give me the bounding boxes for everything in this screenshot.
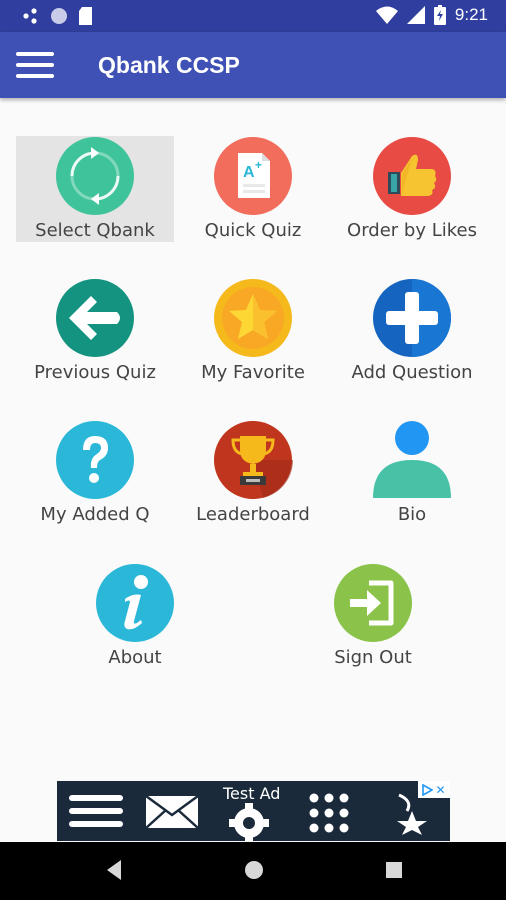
- back-arrow-icon: [56, 279, 134, 357]
- menu-label: About: [108, 647, 162, 668]
- wifi-icon: [375, 6, 398, 24]
- clock: 9:21: [454, 5, 488, 24]
- menu-label: Quick Quiz: [204, 220, 302, 241]
- menu-item-my-favorite[interactable]: My Favorite: [174, 278, 332, 384]
- menu-item-sign-out[interactable]: Sign Out: [294, 563, 452, 669]
- battery-icon: [433, 5, 446, 25]
- menu-label: Bio: [397, 504, 427, 525]
- menu-item-previous-quiz[interactable]: Previous Quiz: [16, 278, 174, 384]
- status-bar-right: 9:21: [375, 5, 488, 25]
- menu-label: Select Qbank: [35, 220, 155, 241]
- menu-label: Order by Likes: [347, 220, 477, 241]
- ad-label: Test Ad: [223, 784, 281, 803]
- navigation-bar: [0, 842, 506, 900]
- menu-item-select-qbank[interactable]: Select Qbank: [16, 136, 174, 242]
- gear-icon: [229, 803, 269, 841]
- sign-out-icon: [334, 564, 412, 642]
- menu-label: Previous Quiz: [34, 362, 156, 383]
- info-icon: [96, 564, 174, 642]
- status-bar: 9:21: [0, 0, 506, 32]
- notification-dots-icon: [23, 8, 37, 24]
- status-bar-left: [22, 7, 94, 25]
- menu-label: Leaderboard: [196, 504, 310, 525]
- question-mark-icon: [56, 421, 134, 499]
- circle-icon: [51, 8, 67, 24]
- star-icon: [214, 279, 292, 357]
- signal-icon: [406, 6, 425, 24]
- back-icon[interactable]: [105, 859, 123, 881]
- menu-item-quick-quiz[interactable]: A + Quick Quiz: [174, 136, 332, 242]
- menu-item-bio[interactable]: Bio: [333, 420, 491, 526]
- svg-text:+: +: [255, 158, 262, 172]
- plus-icon: [373, 279, 451, 357]
- sd-card-icon: [79, 7, 92, 25]
- trophy-icon: [214, 421, 293, 499]
- menu-label: My Favorite: [201, 362, 305, 383]
- menu-item-about[interactable]: About: [56, 563, 214, 669]
- refresh-icon: [56, 137, 134, 215]
- person-icon: [373, 421, 451, 498]
- menu-item-order-by-likes[interactable]: Order by Likes: [333, 136, 491, 242]
- quiz-paper-icon: A +: [214, 137, 292, 215]
- menu-item-add-question[interactable]: Add Question: [333, 278, 491, 384]
- menu-item-leaderboard[interactable]: Leaderboard: [174, 420, 332, 526]
- menu-label: Sign Out: [334, 647, 412, 668]
- recents-icon[interactable]: [385, 859, 403, 881]
- menu-label: Add Question: [351, 362, 473, 383]
- menu-icon: [69, 795, 123, 827]
- svg-text:A: A: [243, 164, 255, 181]
- menu-label: My Added Q: [40, 504, 150, 525]
- grid-icon: [309, 793, 349, 833]
- adchoices-icon[interactable]: ✕: [418, 781, 450, 798]
- page-title: Qbank CCSP: [98, 52, 240, 78]
- thumbs-up-icon: [373, 137, 451, 215]
- app-bar: Qbank CCSP: [0, 32, 506, 98]
- menu-item-my-added-q[interactable]: My Added Q: [16, 420, 174, 526]
- home-icon[interactable]: [244, 859, 264, 881]
- hamburger-menu-icon[interactable]: [16, 52, 54, 78]
- envelope-icon: [145, 795, 199, 829]
- ad-banner[interactable]: Test Ad ✕: [57, 781, 450, 841]
